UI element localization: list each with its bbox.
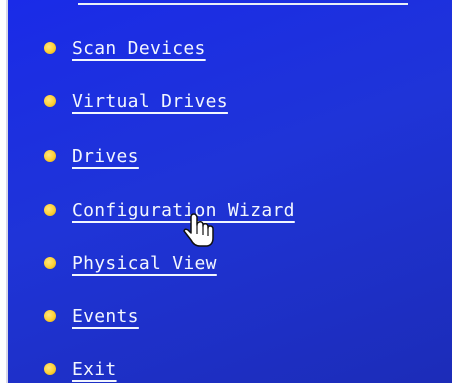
menu-item-physical-view[interactable]: Physical View xyxy=(44,251,231,275)
screen: Scan Devices Virtual Drives Drives Confi… xyxy=(0,0,453,383)
menu-item-label[interactable]: Exit xyxy=(72,359,131,380)
menu-item-configuration-wizard[interactable]: Configuration Wizard xyxy=(44,198,309,222)
menu-item-virtual-drives[interactable]: Virtual Drives xyxy=(44,89,242,113)
menu-item-exit[interactable]: Exit xyxy=(44,357,131,381)
menu-item-drives[interactable]: Drives xyxy=(44,144,153,168)
bullet-dot-icon xyxy=(44,204,56,216)
bullet-dot-icon xyxy=(44,95,56,107)
menu-item-label[interactable]: Scan Devices xyxy=(72,38,220,59)
menu-item-events[interactable]: Events xyxy=(44,304,153,328)
menu-item-label[interactable]: Events xyxy=(72,306,153,327)
bullet-dot-icon xyxy=(44,363,56,375)
menu-panel: Scan Devices Virtual Drives Drives Confi… xyxy=(6,0,452,383)
bullet-dot-icon xyxy=(44,150,56,162)
menu-item-scan-devices[interactable]: Scan Devices xyxy=(44,36,220,60)
hand-pointer-icon xyxy=(183,213,214,247)
bullet-dot-icon xyxy=(44,257,56,269)
menu-item-label[interactable]: Drives xyxy=(72,146,153,167)
menu-item-label[interactable]: Virtual Drives xyxy=(72,91,242,112)
bullet-dot-icon xyxy=(44,310,56,322)
bullet-dot-icon xyxy=(44,42,56,54)
cut-off-menu-underline xyxy=(78,3,408,5)
menu-item-label[interactable]: Physical View xyxy=(72,253,231,274)
